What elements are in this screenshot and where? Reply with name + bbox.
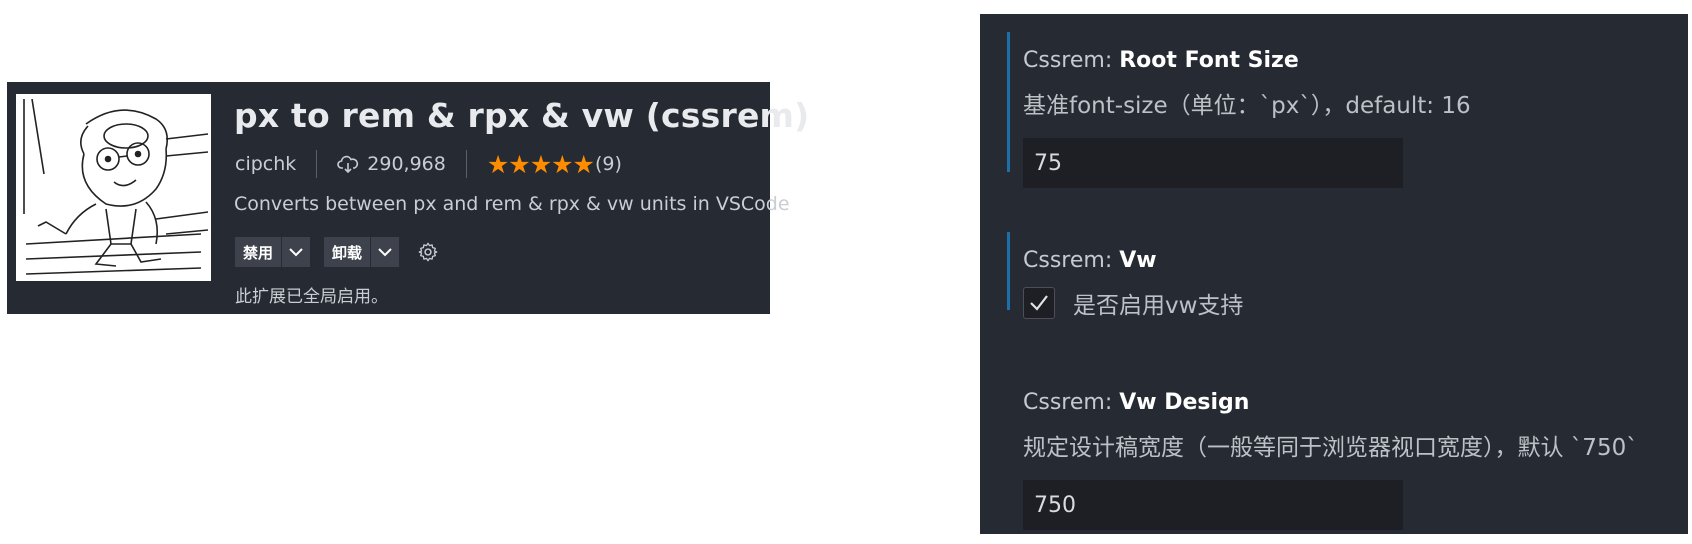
uninstall-dropdown-button[interactable] bbox=[371, 237, 400, 267]
manage-gear-button[interactable] bbox=[415, 239, 441, 265]
vw-design-input[interactable]: 750 bbox=[1023, 480, 1403, 530]
settings-panel: Cssrem: Root Font Size 基准font-size（单位：`p… bbox=[980, 14, 1688, 534]
extension-status: 此扩展已全局启用。 bbox=[235, 287, 388, 307]
setting-description: 基准font-size（单位：`px`），default: 16 bbox=[1023, 93, 1471, 119]
extension-description: Converts between px and rem & rpx & vw u… bbox=[234, 193, 790, 215]
rating[interactable]: ★ ★ ★ ★ ★ (9) bbox=[487, 150, 622, 179]
setting-vw: Cssrem: Vw 是否启用vw支持 bbox=[980, 232, 1688, 332]
setting-description: 规定设计稿宽度（一般等同于浏览器视口宽度），默认 `750` bbox=[1023, 435, 1638, 461]
modified-indicator bbox=[1007, 32, 1010, 172]
modified-indicator bbox=[1007, 232, 1010, 310]
gear-icon bbox=[418, 242, 438, 262]
setting-title: Cssrem: Root Font Size bbox=[1023, 48, 1299, 73]
setting-root-font-size: Cssrem: Root Font Size 基准font-size（单位：`p… bbox=[980, 32, 1688, 192]
extension-logo bbox=[16, 94, 211, 281]
setting-title: Cssrem: Vw Design bbox=[1023, 390, 1249, 415]
uninstall-split-button: 卸载 bbox=[324, 237, 400, 267]
meta-divider bbox=[465, 150, 467, 178]
extension-actions: 禁用 卸载 bbox=[235, 237, 441, 267]
setting-name: Vw bbox=[1119, 248, 1157, 273]
meta-divider bbox=[316, 150, 318, 178]
publisher-link[interactable]: cipchk bbox=[235, 153, 296, 175]
star-icon: ★ bbox=[529, 149, 552, 179]
setting-name: Root Font Size bbox=[1119, 48, 1299, 73]
root-font-size-input[interactable]: 75 bbox=[1023, 138, 1403, 188]
check-icon bbox=[1030, 295, 1048, 311]
star-icon: ★ bbox=[572, 149, 595, 179]
vw-checkbox-row: 是否启用vw支持 bbox=[1023, 286, 1243, 320]
extension-card: px to rem & rpx & vw (cssrem) cipchk 290… bbox=[7, 82, 809, 314]
setting-category: Cssrem: bbox=[1023, 390, 1120, 415]
setting-title: Cssrem: Vw bbox=[1023, 248, 1157, 273]
chevron-down-icon bbox=[378, 248, 392, 257]
extension-title: px to rem & rpx & vw (cssrem) bbox=[234, 96, 810, 135]
cloud-download-icon bbox=[337, 155, 359, 174]
star-icon: ★ bbox=[508, 149, 530, 179]
setting-name: Vw Design bbox=[1119, 390, 1250, 415]
setting-category: Cssrem: bbox=[1023, 248, 1120, 273]
star-icon: ★ bbox=[551, 149, 573, 179]
download-count-value: 290,968 bbox=[367, 153, 446, 175]
vw-checkbox[interactable] bbox=[1023, 287, 1055, 319]
setting-vw-design: Cssrem: Vw Design 规定设计稿宽度（一般等同于浏览器视口宽度），… bbox=[980, 374, 1688, 534]
download-count: 290,968 bbox=[337, 153, 446, 175]
extension-meta: cipchk 290,968 ★ ★ ★ ★ ★ (9) bbox=[235, 150, 622, 179]
star-icon: ★ bbox=[486, 149, 509, 179]
disable-button[interactable]: 禁用 bbox=[235, 237, 283, 267]
rating-count: (9) bbox=[594, 153, 622, 175]
disable-dropdown-button[interactable] bbox=[282, 237, 311, 267]
vw-checkbox-label: 是否启用vw支持 bbox=[1073, 293, 1244, 319]
chevron-down-icon bbox=[289, 248, 303, 257]
uninstall-button[interactable]: 卸载 bbox=[324, 237, 372, 267]
setting-category: Cssrem: bbox=[1023, 48, 1120, 73]
disable-split-button: 禁用 bbox=[235, 237, 311, 267]
cartoon-logo-image bbox=[16, 94, 211, 281]
